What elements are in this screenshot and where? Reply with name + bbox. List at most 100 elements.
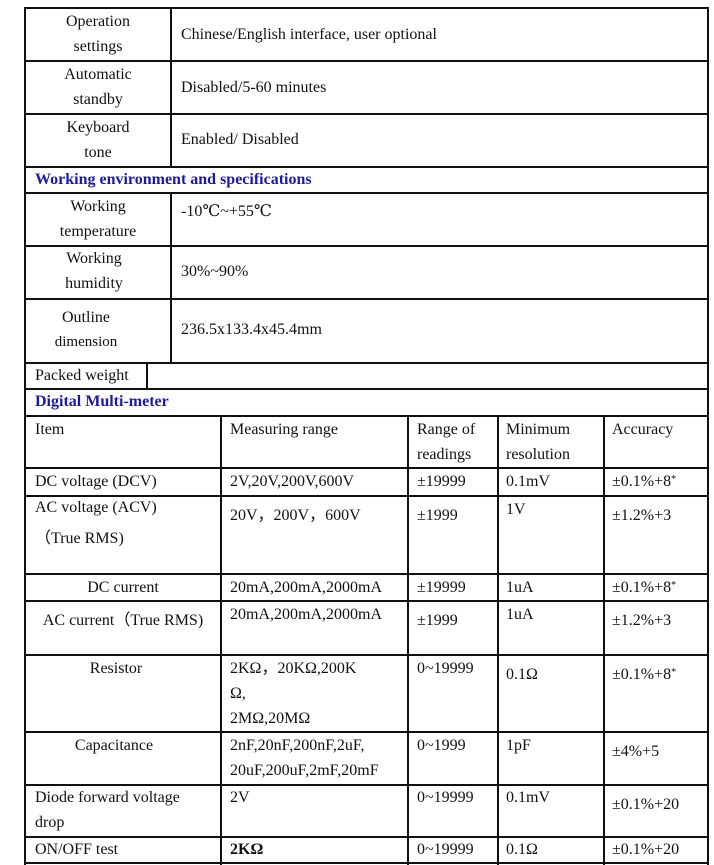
header-line: Minimum [506,421,571,438]
accuracy-value: ±0.1%+8 [612,579,672,596]
col-divider [497,415,499,865]
cell-readings: 0~1999 [417,737,466,754]
packed-weight-label: Packed weight [35,367,129,384]
header-line: readings [417,446,472,463]
label-line: dimension [54,334,118,350]
cell-resolution: 1uA [506,606,534,623]
label-line: humidity [65,275,123,292]
cell-resolution: 1uA [506,579,534,596]
label-line: Working [66,250,122,267]
env-value: 30%~90% [181,263,249,280]
cell-readings: ±1999 [417,507,458,524]
cell-accuracy: ±0.1%+20 [612,837,679,862]
header-line: resolution [506,446,570,463]
cell-item: AC current（True RMS) [42,612,204,629]
header-accuracy: Accuracy [612,421,674,438]
cell-item: Resistor [89,660,143,677]
cell-accuracy: ±0.1%+8* [612,469,676,494]
settings-value: Disabled/5-60 minutes [181,79,327,96]
env-label: Working humidity [22,246,166,296]
env-value: 236.5x133.4x45.4mm [181,321,322,338]
cell-range: 2V,20V,200V,600V [230,473,355,490]
cell-resolution: 0.1Ω [506,841,538,858]
item-line: drop [35,814,65,831]
cell-resolution: 1pF [506,737,531,754]
cell-item: Capacitance [74,737,154,754]
env-label: Outline dimension [14,305,158,355]
range-line: 2nF,20nF,200nF,2uF, [230,737,365,754]
label-line: standby [73,91,123,108]
cell-readings: 0~19999 [417,660,474,677]
label-line: Automatic [64,66,132,83]
col-divider [603,415,605,865]
row-divider [24,415,709,417]
cell-item: Diode forward voltage drop [35,785,180,835]
accuracy-value: ±1.2%+3 [612,507,672,524]
label-line: Keyboard [66,119,130,136]
settings-label: Operation settings [26,9,170,59]
cell-accuracy: ±1.2%+3 [612,608,671,633]
footnote-mark: * [671,580,677,591]
col-divider [220,415,222,865]
cell-item: DC voltage (DCV) [35,473,157,490]
col-divider [170,192,172,362]
col-divider [146,362,148,388]
cell-readings: ±19999 [417,473,466,490]
cell-readings: 0~19999 [417,789,474,806]
label-line: Working [70,198,126,215]
section-heading-dmm: Digital Multi-meter [35,393,169,410]
range-line: Ω, [230,685,246,702]
label-line: tone [84,144,112,161]
cell-resolution: 0.1Ω [506,666,538,683]
settings-value: Chinese/English interface, user optional [181,26,437,43]
row-divider [24,862,709,864]
footnote-mark: * [671,474,677,485]
env-label: Working temperature [26,194,170,244]
item-line: Diode forward voltage [35,789,180,806]
footnote-mark: * [671,667,677,678]
section-heading-environment: Working environment and specifications [35,171,312,188]
cell-range: 20mA,200mA,2000mA [230,606,382,623]
cell-item: ON/OFF test [35,841,119,858]
cell-accuracy: ±4%+5 [612,739,659,764]
accuracy-value: ±4%+5 [612,743,660,760]
cell-range: 20mA,200mA,2000mA [230,579,382,596]
env-value: -10℃~+55℃ [181,203,272,220]
range-line: 2KΩ，20KΩ,200K [230,660,357,677]
cell-resolution: 0.1mV [506,789,550,806]
col-divider [407,415,409,865]
cell-resolution: 0.1mV [506,473,550,490]
header-resolution: Minimum resolution [506,417,570,467]
cell-item: AC voltage (ACV) （True RMS) [35,495,157,551]
table-border-right [707,7,709,865]
spec-sheet: Operation settings Chinese/English inter… [0,0,714,865]
row-divider [24,298,709,300]
cell-accuracy: ±1.2%+3 [612,503,671,528]
cell-accuracy: ±0.1%+8* [612,662,676,687]
item-line: （True RMS) [35,530,124,547]
label-line: settings [73,38,123,55]
header-item: Item [35,421,65,438]
cell-readings: ±1999 [417,612,458,629]
cell-range: 2V [230,789,250,806]
cell-item: DC current [87,579,159,596]
col-divider [170,7,172,166]
label-line: temperature [59,223,137,240]
settings-label: Automatic standby [26,62,170,112]
cell-range: 20V，200V，600V [230,507,361,524]
label-line: Operation [66,13,130,30]
label-line: Outline [62,309,110,326]
cell-accuracy: ±0.1%+20 [612,792,679,817]
settings-value: Enabled/ Disabled [181,131,299,148]
cell-range: 2KΩ [230,841,264,858]
cell-accuracy: ±0.1%+8* [612,575,676,600]
range-line: 2MΩ,20MΩ [230,710,311,727]
cell-range: 2KΩ，20KΩ,200K Ω, 2MΩ,20MΩ [230,656,356,731]
item-line: AC voltage (ACV) [35,499,157,516]
accuracy-value: ±0.1%+8 [612,666,672,683]
settings-label: Keyboard tone [26,115,170,165]
cell-readings: ±19999 [417,579,466,596]
cell-readings: 0~19999 [417,841,474,858]
range-line: 20uF,200uF,2mF,20mF [230,762,379,779]
accuracy-value: ±0.1%+20 [612,796,680,813]
